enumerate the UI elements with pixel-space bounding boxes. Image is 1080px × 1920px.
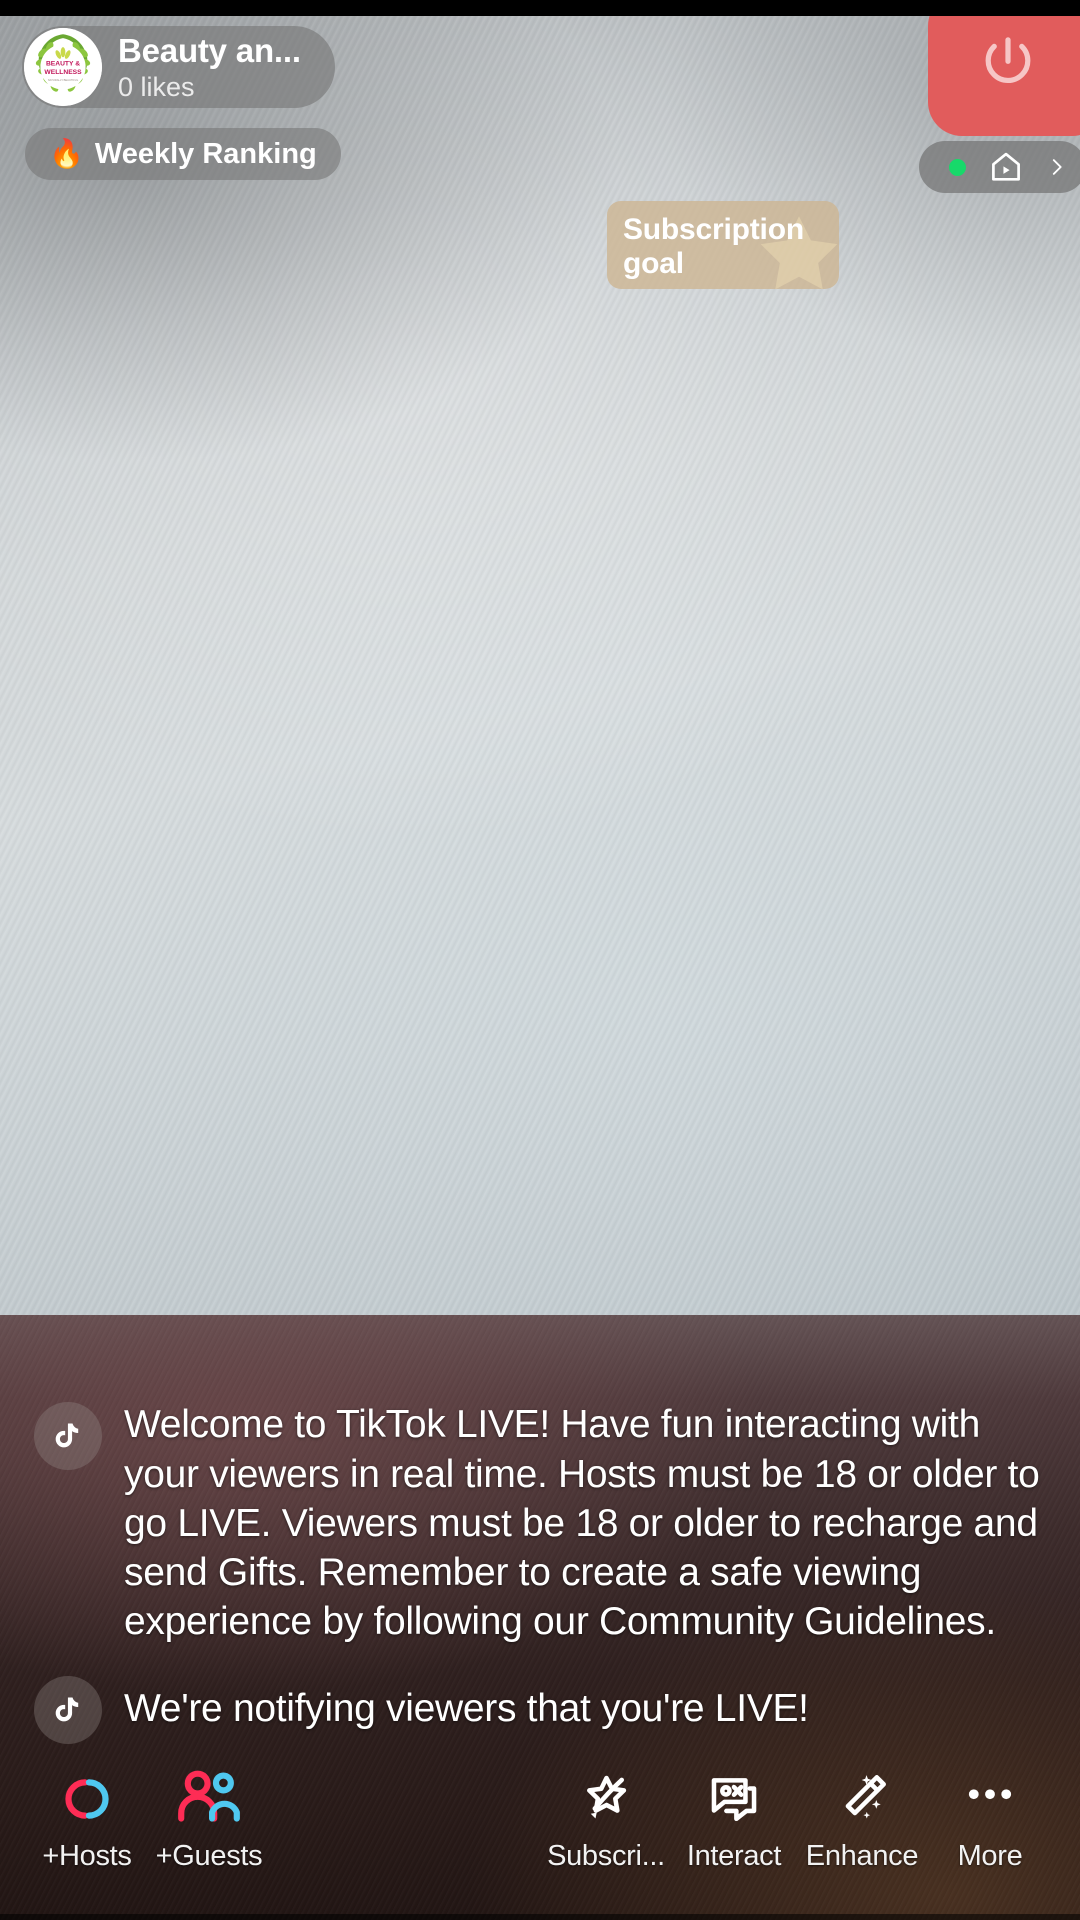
live-status-dot xyxy=(949,158,966,176)
toolbar-item-hosts[interactable]: +Hosts xyxy=(26,1762,148,1873)
live-chat-list[interactable]: Welcome to TikTok LIVE! Have fun interac… xyxy=(0,1400,1080,1744)
chat-message-text: We're notifying viewers that you're LIVE… xyxy=(124,1687,809,1730)
chevron-right-icon xyxy=(1052,159,1062,175)
tiktok-note-icon xyxy=(55,1697,79,1722)
weekly-ranking-button[interactable]: 🔥 Weekly Ranking xyxy=(25,128,341,180)
system-avatar xyxy=(34,1676,102,1744)
power-icon xyxy=(985,37,1031,84)
subscription-goal-card[interactable]: Subscription goal xyxy=(607,201,839,289)
host-likes-count: 0 likes xyxy=(118,71,195,102)
avatar-logo-text-line1: BEAUTY & xyxy=(46,60,80,67)
toolbar-item-guests[interactable]: +Guests xyxy=(148,1762,270,1873)
flame-icon: 🔥 xyxy=(49,138,84,169)
toolbar-label-enhance: Enhance xyxy=(805,1840,919,1872)
beauty-wellness-logo-icon: BEAUTY & WELLNESS NATURALLY BEAUTIFUL xyxy=(24,28,102,106)
avatar[interactable]: BEAUTY & WELLNESS NATURALLY BEAUTIFUL xyxy=(24,28,102,106)
toolbar-label-interact: Interact xyxy=(686,1840,782,1872)
toolbar-item-subscription[interactable]: Subscri... xyxy=(542,1762,670,1873)
toolbar-label-more: More xyxy=(957,1840,1023,1872)
chat-message[interactable]: Welcome to TikTok LIVE! Have fun interac… xyxy=(34,1400,1050,1646)
system-nav-bar xyxy=(0,1914,1080,1920)
avatar-logo-text-line2: WELLNESS xyxy=(44,69,82,76)
status-bar xyxy=(0,0,1080,16)
toolbar-item-interact[interactable]: Interact xyxy=(670,1762,798,1873)
live-bottom-toolbar: +Hosts +Guests Subscri... Interact Enhan… xyxy=(0,1744,1080,1920)
linked-rings-icon xyxy=(48,1762,126,1836)
house-play-icon xyxy=(992,152,1020,181)
subscription-goal-title: Subscription goal xyxy=(623,213,804,280)
chat-message-text: Welcome to TikTok LIVE! Have fun interac… xyxy=(124,1403,1040,1643)
tiktok-live-host-screen: BEAUTY & WELLNESS NATURALLY BEAUTIFUL Be… xyxy=(0,0,1080,1920)
two-people-icon xyxy=(174,1762,244,1836)
toolbar-label-subscription: Subscri... xyxy=(547,1840,665,1872)
toolbar-item-enhance[interactable]: Enhance xyxy=(798,1762,926,1873)
tiktok-note-icon xyxy=(55,1423,79,1448)
chat-message[interactable]: We're notifying viewers that you're LIVE… xyxy=(34,1676,1050,1744)
magic-wand-icon xyxy=(831,1762,893,1836)
toolbar-item-more[interactable]: More xyxy=(926,1762,1054,1873)
system-avatar xyxy=(34,1402,102,1471)
shooting-star-icon xyxy=(575,1762,637,1836)
svg-text:NATURALLY BEAUTIFUL: NATURALLY BEAUTIFUL xyxy=(48,78,79,82)
host-info-pill[interactable]: BEAUTY & WELLNESS NATURALLY BEAUTIFUL Be… xyxy=(22,26,335,108)
live-status-pill[interactable] xyxy=(919,141,1080,193)
weekly-ranking-label: Weekly Ranking xyxy=(94,137,317,170)
ellipsis-icon xyxy=(959,1762,1021,1836)
host-name: Beauty an... xyxy=(118,31,301,69)
chat-ox-icon xyxy=(703,1762,765,1836)
toolbar-label-guests: +Guests xyxy=(155,1840,263,1872)
end-live-button[interactable] xyxy=(928,0,1080,136)
toolbar-label-hosts: +Hosts xyxy=(42,1840,132,1872)
